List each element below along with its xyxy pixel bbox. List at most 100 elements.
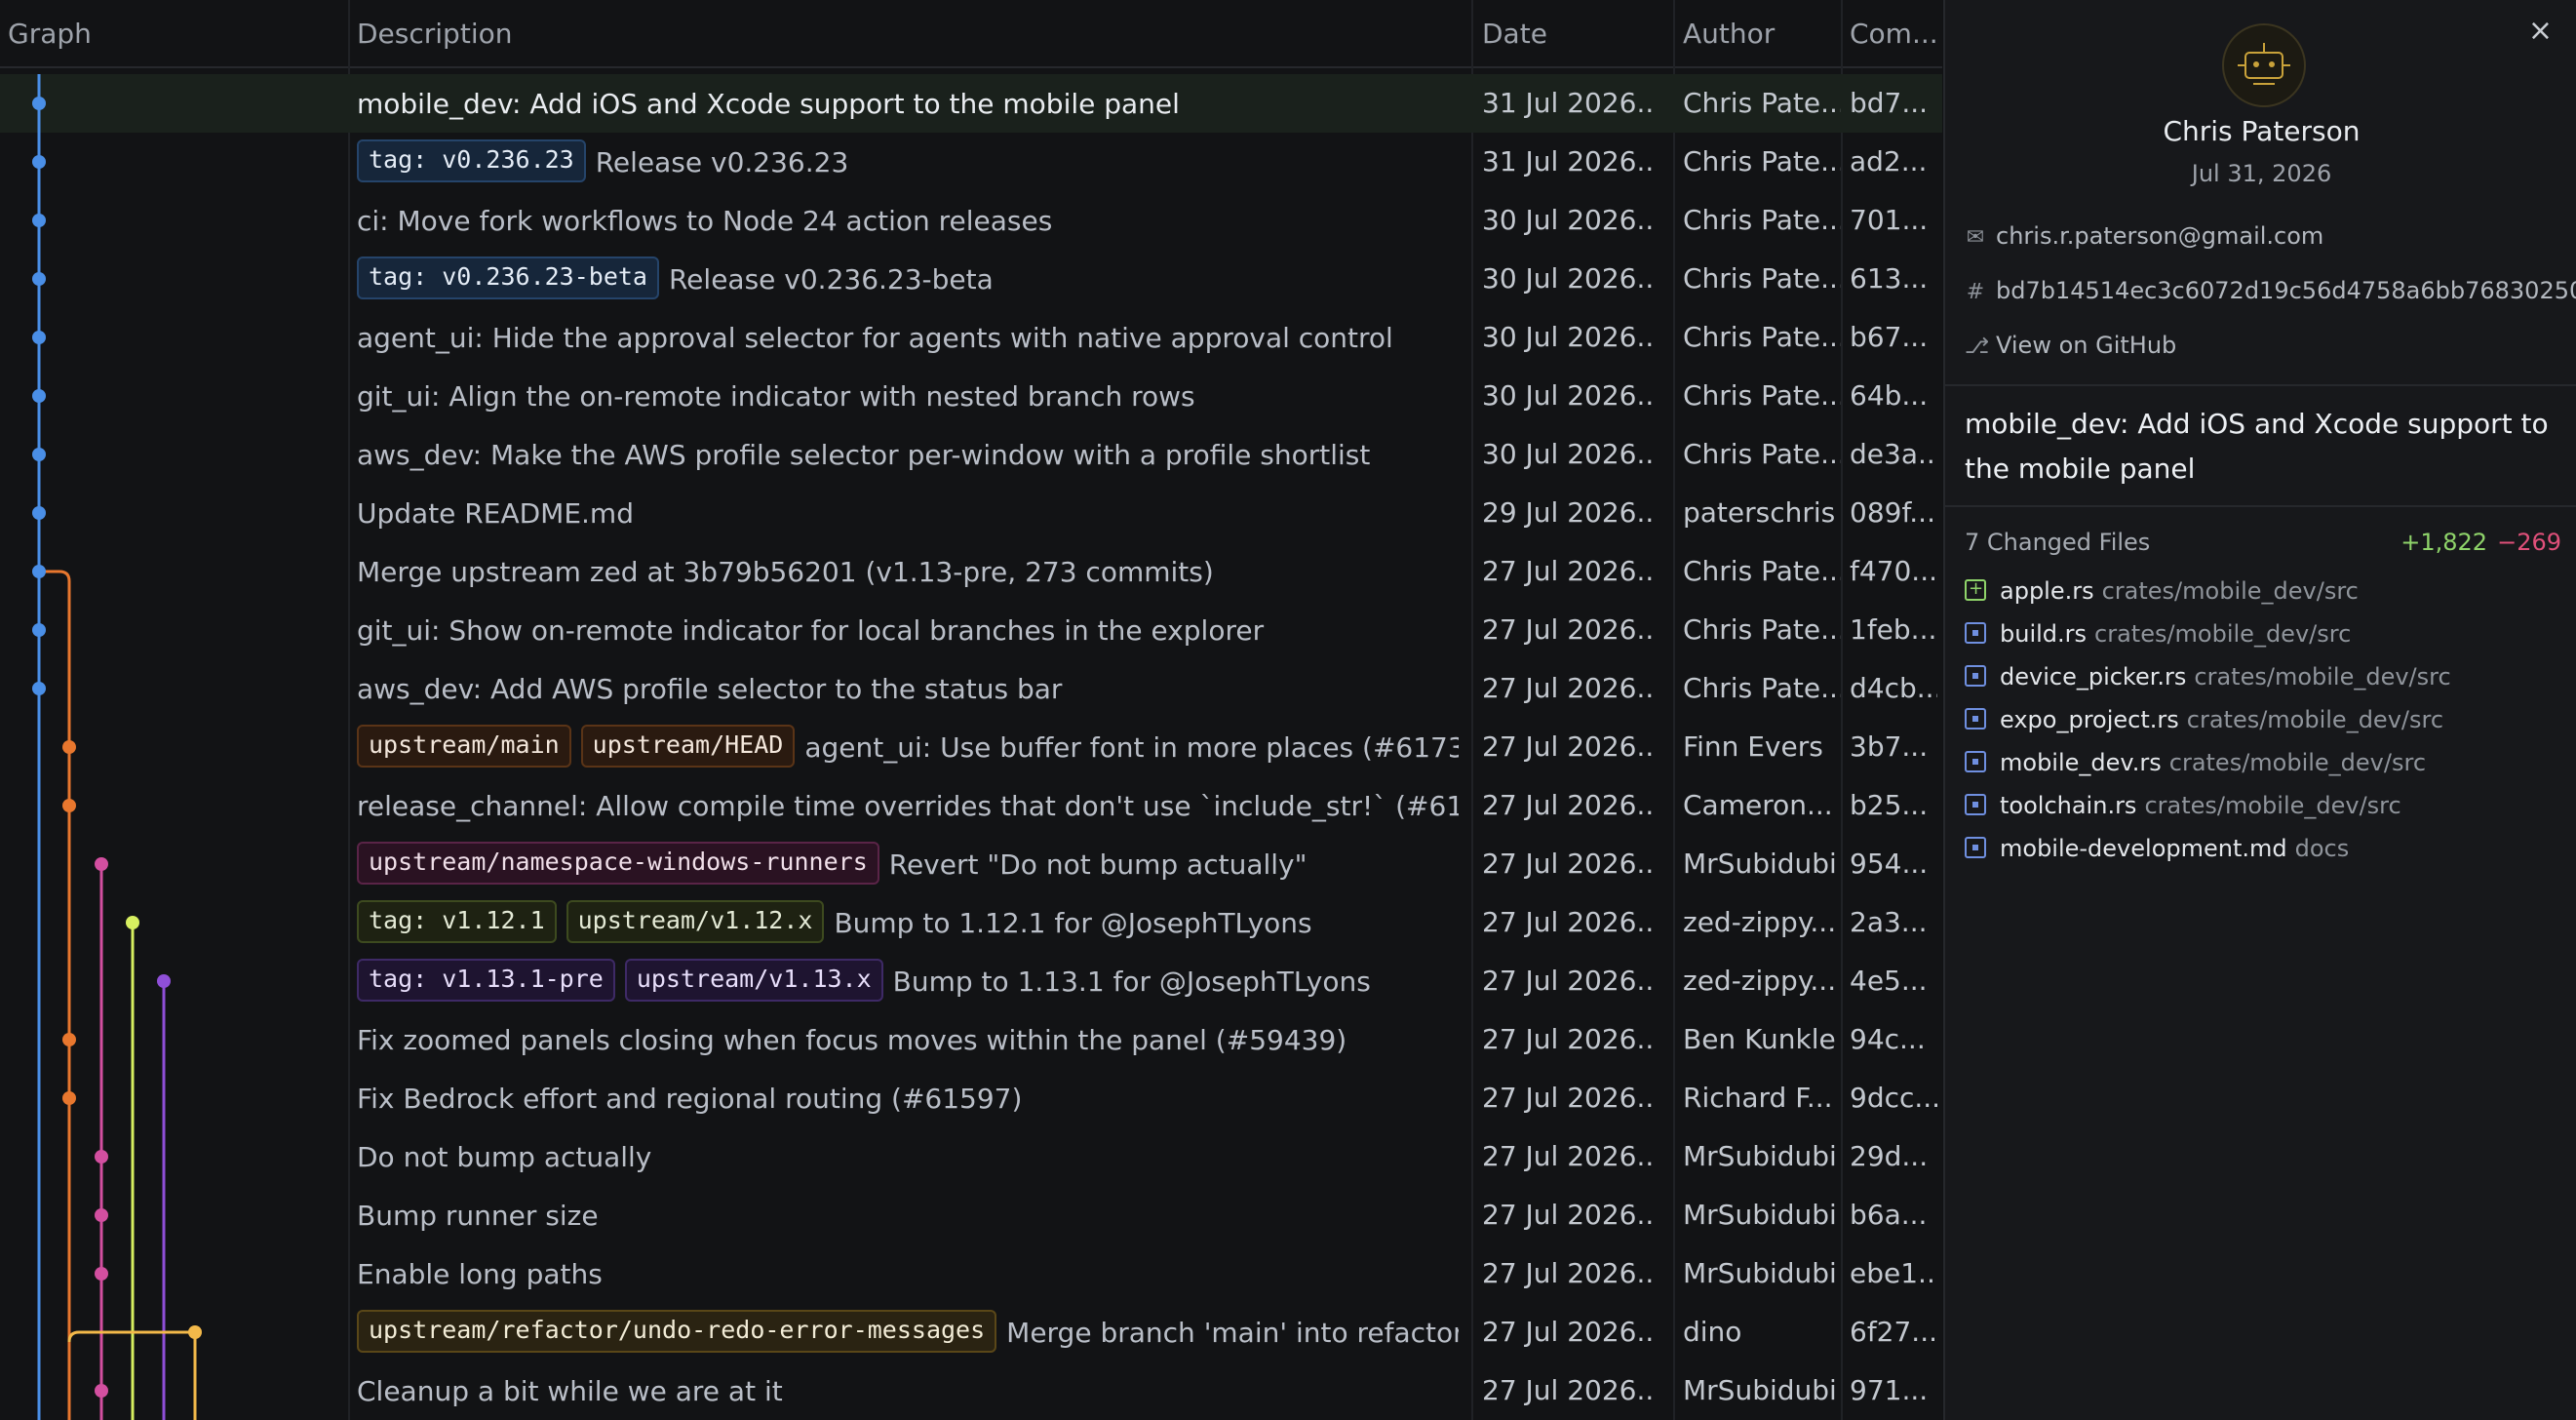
commit-message: git_ui: Show on-remote indicator for loc…: [357, 614, 1265, 647]
changed-file-item[interactable]: build.rs crates/mobile_dev/src: [1965, 614, 2351, 653]
file-modified-icon: [1965, 837, 1986, 858]
date-column-header[interactable]: Date: [1482, 18, 1547, 50]
view-on-github-label: View on GitHub: [1996, 332, 2177, 359]
file-modified-icon: [1965, 751, 1986, 772]
branch-badge[interactable]: upstream/namespace-windows-runners: [357, 842, 879, 885]
commit-author-cell: Finn Evers: [1683, 730, 1823, 763]
commit-author-cell: Chris Pate...: [1683, 145, 1841, 178]
commit-dot: [95, 1267, 108, 1281]
commit-message: release_channel: Allow compile time over…: [357, 790, 1459, 822]
commit-dot: [32, 97, 46, 110]
commit-author-cell: MrSubidubi: [1683, 1257, 1837, 1289]
changed-file-item[interactable]: device_picker.rs crates/mobile_dev/src: [1965, 657, 2451, 696]
commit-description: Fix Bedrock effort and regional routing …: [357, 1069, 1459, 1127]
commit-author-cell: Cameron...: [1683, 789, 1833, 821]
commit-description: agent_ui: Hide the approval selector for…: [357, 308, 1459, 367]
branch-badge[interactable]: upstream/main: [357, 725, 571, 768]
commit-dot: [126, 916, 139, 929]
file-modified-icon: [1965, 708, 1986, 730]
changed-file-item[interactable]: mobile-development.md docs: [1965, 829, 2349, 868]
commit-author-cell: zed-zippy...: [1683, 965, 1837, 997]
file-modified-icon: [1965, 794, 1986, 815]
tag-badge[interactable]: tag: v1.13.1-pre: [357, 959, 615, 1002]
graph-lane-line: [39, 570, 71, 1420]
commit-description: aws_dev: Make the AWS profile selector p…: [357, 425, 1459, 484]
file-added-icon: [1965, 579, 1986, 601]
commit-sha-row[interactable]: # bd7b14514ec3c6072d19c56d4758a6bb7683025…: [1965, 277, 2576, 304]
commit-author-cell: Chris Pate...: [1683, 262, 1841, 295]
deletions-count: −269: [2497, 529, 2561, 556]
commit-date-cell: 30 Jul 2026...: [1482, 262, 1656, 295]
branch-badge[interactable]: upstream/HEAD: [580, 725, 796, 768]
commit-author-cell: paterschris: [1683, 496, 1836, 529]
file-name: device_picker.rs: [2000, 663, 2187, 690]
author-column-header[interactable]: Author: [1683, 18, 1775, 50]
commit-message: Merge branch 'main' into refactor/un...: [1006, 1317, 1459, 1349]
commit-message: Fix Bedrock effort and regional routing …: [357, 1083, 1023, 1115]
view-on-github-link[interactable]: ⎇ View on GitHub: [1965, 332, 2176, 359]
changed-file-item[interactable]: mobile_dev.rs crates/mobile_dev/src: [1965, 743, 2426, 782]
commit-message: Do not bump actually: [357, 1141, 652, 1173]
commit-author-cell: Chris Pate...: [1683, 87, 1841, 119]
commit-date-cell: 30 Jul 2026...: [1482, 379, 1656, 412]
changed-file-item[interactable]: expo_project.rs crates/mobile_dev/src: [1965, 700, 2443, 739]
additions-count: +1,822: [2400, 529, 2488, 556]
commit-detail-panel: × Chris Paterson Jul 31, 2026 ✉ chris.r.p…: [1943, 0, 2576, 1420]
commit-dot: [32, 448, 46, 461]
commit-date-cell: 30 Jul 2026...: [1482, 204, 1656, 236]
file-name: build.rs: [2000, 620, 2088, 648]
tag-badge[interactable]: tag: v1.12.1: [357, 900, 557, 943]
description-column-header[interactable]: Description: [357, 18, 512, 50]
commit-log: Graph Description Date Author Com... mob…: [0, 0, 1942, 1420]
commit-author-cell: Ben Kunkle: [1683, 1023, 1836, 1055]
commit-author-cell: Chris Pate...: [1683, 438, 1841, 470]
tag-badge[interactable]: tag: v0.236.23: [357, 139, 586, 182]
commit-message: Release v0.236.23-beta: [668, 263, 994, 296]
commit-hash-cell: 971...: [1850, 1374, 1929, 1406]
commit-message: Enable long paths: [357, 1258, 603, 1290]
branch-badge[interactable]: upstream/v1.12.x: [566, 900, 825, 943]
commit-author-cell: Richard F...: [1683, 1082, 1833, 1114]
commit-author-cell: Chris Pate...: [1683, 555, 1841, 587]
commit-date-cell: 27 Jul 2026...: [1482, 555, 1656, 587]
commit-author-cell: zed-zippy...: [1683, 906, 1837, 938]
changed-file-item[interactable]: apple.rscrates/mobile_dev/src: [1965, 572, 2359, 611]
file-modified-icon: [1965, 665, 1986, 687]
commit-message: mobile_dev: Add iOS and Xcode support to…: [357, 88, 1180, 120]
commit-description: Update README.md: [357, 484, 1459, 542]
branch-badge[interactable]: upstream/v1.13.x: [624, 959, 883, 1002]
changed-file-item[interactable]: toolchain.rs crates/mobile_dev/src: [1965, 786, 2401, 825]
commit-hash-cell: b25...: [1850, 789, 1929, 821]
tag-badge[interactable]: tag: v0.236.23-beta: [357, 256, 659, 299]
commit-message: Bump to 1.12.1 for @JosephTLyons: [834, 907, 1312, 939]
commit-hash-cell: b67...: [1850, 321, 1929, 353]
commit-author-cell: Chris Pate...: [1683, 379, 1841, 412]
commit-dot: [62, 1091, 76, 1105]
commit-author-cell: MrSubidubi: [1683, 1140, 1837, 1172]
author-email-row[interactable]: ✉ chris.r.paterson@gmail.com: [1965, 222, 2324, 250]
branch-badge[interactable]: upstream/refactor/undo-redo-error-messag…: [357, 1310, 997, 1353]
commit-date-cell: 27 Jul 2026...: [1482, 1374, 1656, 1406]
commit-message: Revert "Do not bump actually": [888, 848, 1308, 881]
commit-description: Bump runner size: [357, 1186, 1459, 1244]
commit-description: git_ui: Align the on-remote indicator wi…: [357, 367, 1459, 425]
commit-column-header[interactable]: Com...: [1850, 18, 1938, 50]
author-name: Chris Paterson: [2163, 115, 2361, 147]
commit-date-cell: 27 Jul 2026...: [1482, 730, 1656, 763]
commit-sha: bd7b14514ec3c6072d19c56d4758a6bb76830250: [1996, 277, 2576, 304]
commit-dot: [95, 1208, 108, 1222]
commit-hash-cell: bd7...: [1850, 87, 1929, 119]
commit-description: Fix zoomed panels closing when focus mov…: [357, 1010, 1459, 1069]
commit-message: aws_dev: Make the AWS profile selector p…: [357, 439, 1371, 471]
close-icon[interactable]: ×: [2528, 14, 2553, 48]
avatar: [2222, 23, 2306, 107]
commit-description: release_channel: Allow compile time over…: [357, 776, 1459, 835]
commit-date: Jul 31, 2026: [2191, 160, 2332, 187]
file-name: apple.rs: [2000, 577, 2094, 605]
commit-date-cell: 31 Jul 2026...: [1482, 87, 1656, 119]
commit-hash-cell: 954...: [1850, 848, 1929, 880]
commit-date-cell: 31 Jul 2026...: [1482, 145, 1656, 178]
commit-dot: [32, 565, 46, 578]
file-path: crates/mobile_dev/src: [2194, 663, 2451, 690]
file-path: docs: [2294, 835, 2350, 862]
